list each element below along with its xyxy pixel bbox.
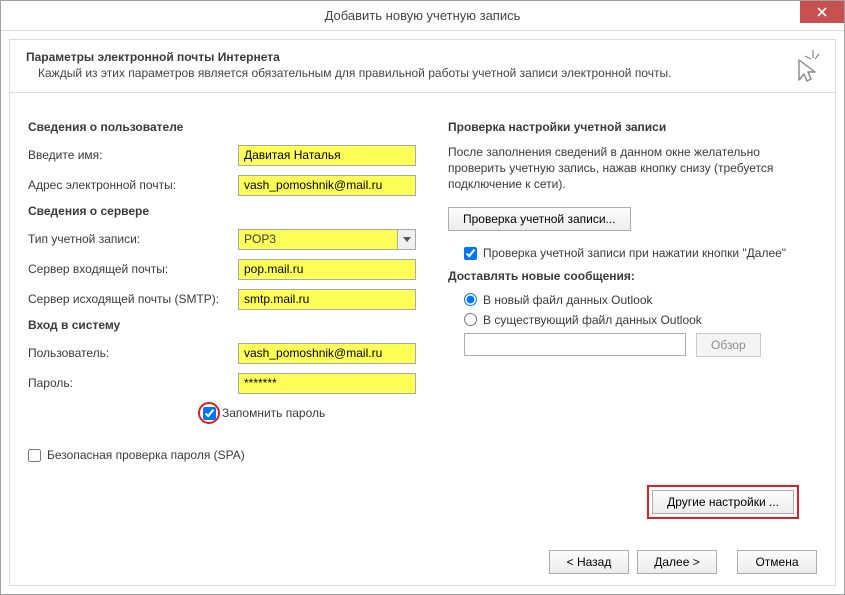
chevron-down-icon <box>403 237 411 242</box>
dialog-footer: < Назад Далее > Отмена <box>10 539 835 585</box>
name-input[interactable] <box>238 145 416 166</box>
outgoing-server-input[interactable] <box>238 289 416 310</box>
radio-new-file[interactable] <box>464 293 477 306</box>
outgoing-server-label: Сервер исходящей почты (SMTP): <box>28 292 238 306</box>
body-area: Сведения о пользователе Введите имя: Адр… <box>10 100 835 539</box>
auto-test-checkbox[interactable] <box>464 247 477 260</box>
dropdown-button[interactable] <box>397 230 415 249</box>
close-icon <box>817 7 827 17</box>
auto-test-label: Проверка учетной записи при нажатии кноп… <box>483 245 786 261</box>
more-settings-highlight: Другие настройки ... <box>647 485 799 519</box>
section-login: Вход в систему <box>28 318 416 332</box>
account-type-select[interactable]: POP3 <box>238 229 416 250</box>
spa-checkbox[interactable] <box>28 449 41 462</box>
incoming-server-input[interactable] <box>238 259 416 280</box>
email-input[interactable] <box>238 175 416 196</box>
account-type-label: Тип учетной записи: <box>28 232 238 246</box>
password-label: Пароль: <box>28 376 238 390</box>
dialog-window: Добавить новую учетную запись Параметры … <box>0 0 845 595</box>
panel-heading: Параметры электронной почты Интернета <box>26 50 819 64</box>
test-account-button[interactable]: Проверка учетной записи... <box>448 207 631 231</box>
content-area: Параметры электронной почты Интернета Ка… <box>1 31 844 594</box>
radio-new-file-label: В новый файл данных Outlook <box>483 293 653 307</box>
name-label: Введите имя: <box>28 148 238 162</box>
close-button[interactable] <box>800 1 844 23</box>
cancel-button[interactable]: Отмена <box>737 550 817 574</box>
section-user-info: Сведения о пользователе <box>28 120 416 134</box>
more-settings-button[interactable]: Другие настройки ... <box>652 490 794 514</box>
radio-existing-file[interactable] <box>464 313 477 326</box>
username-label: Пользователь: <box>28 346 238 360</box>
radio-existing-file-label: В существующий файл данных Outlook <box>483 313 702 327</box>
section-test-settings: Проверка настройки учетной записи <box>448 120 817 134</box>
spa-row: Безопасная проверка пароля (SPA) <box>28 448 416 462</box>
section-deliver: Доставлять новые сообщения: <box>448 269 817 283</box>
incoming-server-label: Сервер входящей почты: <box>28 262 238 276</box>
window-title: Добавить новую учетную запись <box>325 8 521 23</box>
password-input[interactable] <box>238 373 416 394</box>
right-column: Проверка настройки учетной записи После … <box>448 114 817 529</box>
account-type-value: POP3 <box>244 232 276 246</box>
left-column: Сведения о пользователе Введите имя: Адр… <box>28 114 416 529</box>
data-file-path-input[interactable] <box>464 333 686 356</box>
remember-password-checkbox[interactable] <box>203 407 216 420</box>
cursor-icon <box>785 48 821 84</box>
remember-password-label: Запомнить пароль <box>222 406 325 420</box>
back-button[interactable]: < Назад <box>549 550 629 574</box>
remember-password-row: Запомнить пароль <box>198 402 416 424</box>
inner-panel: Параметры электронной почты Интернета Ка… <box>9 39 836 586</box>
panel-subheading: Каждый из этих параметров является обяза… <box>38 66 819 80</box>
titlebar: Добавить новую учетную запись <box>1 1 844 31</box>
email-label: Адрес электронной почты: <box>28 178 238 192</box>
panel-header: Параметры электронной почты Интернета Ка… <box>10 40 835 93</box>
highlight-circle <box>198 402 220 424</box>
username-input[interactable] <box>238 343 416 364</box>
test-info-text: После заполнения сведений в данном окне … <box>448 144 817 193</box>
section-server-info: Сведения о сервере <box>28 204 416 218</box>
delivery-radio-group: В новый файл данных Outlook В существующ… <box>448 293 817 357</box>
next-button[interactable]: Далее > <box>637 550 717 574</box>
browse-button: Обзор <box>696 333 761 357</box>
spa-label: Безопасная проверка пароля (SPA) <box>47 448 245 462</box>
auto-test-row: Проверка учетной записи при нажатии кноп… <box>464 245 817 261</box>
